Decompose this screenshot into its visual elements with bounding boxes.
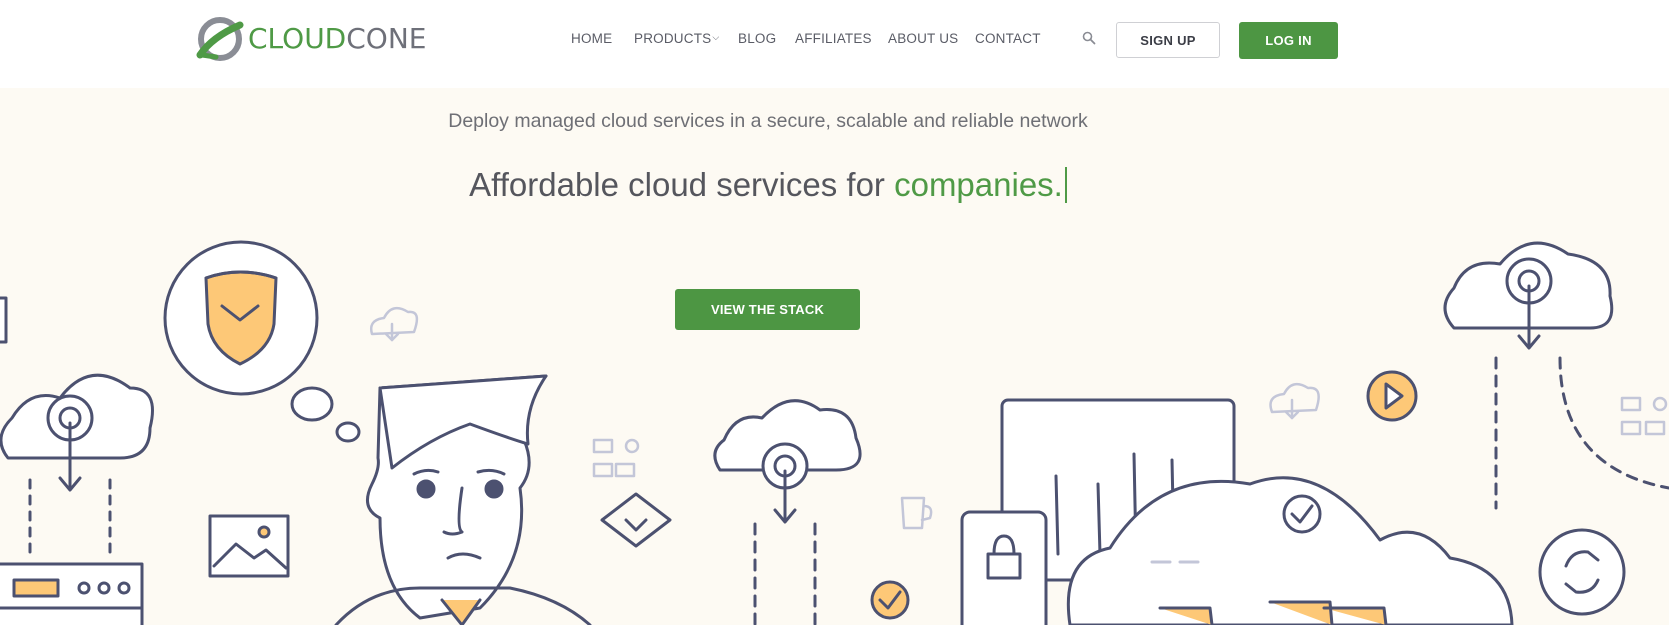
chevron-down-icon: ⌵ xyxy=(712,32,720,42)
headline-text: Affordable cloud services for xyxy=(469,166,895,203)
server-rack xyxy=(0,562,144,625)
cloud-download-icon xyxy=(370,306,419,342)
nav-affiliates[interactable]: AFFILIATES xyxy=(795,31,872,46)
phone-lock xyxy=(960,510,1048,625)
flowchart-icon xyxy=(592,438,640,478)
logo-text: CLOUDCONE xyxy=(248,21,427,55)
flag-icon xyxy=(0,296,8,344)
diamond-icon xyxy=(600,492,672,548)
shield-thought-bubble xyxy=(163,240,361,443)
search-icon[interactable] xyxy=(1082,31,1096,45)
sign-up-button[interactable]: SIGN UP xyxy=(1116,22,1220,58)
headline-accent: companies. xyxy=(894,166,1063,203)
site-header: CLOUDCONE HOME PRODUCTS⌵ BLOG AFFILIATES… xyxy=(0,0,1669,88)
image-card xyxy=(208,514,290,578)
coffee-icon xyxy=(900,496,933,530)
hero-tagline: Deploy managed cloud services in a secur… xyxy=(448,110,1088,132)
businessman-figure xyxy=(334,374,592,625)
flowchart-icon xyxy=(1620,396,1668,436)
hero-headline: Affordable cloud services for companies. xyxy=(0,166,1536,204)
nav-blog[interactable]: BLOG xyxy=(738,31,776,46)
typing-cursor xyxy=(1064,167,1067,203)
nav-home[interactable]: HOME xyxy=(571,31,612,46)
cloud-icon xyxy=(0,373,154,560)
play-button-icon xyxy=(1366,370,1418,422)
cloud-download-icon xyxy=(1269,382,1320,420)
refresh-icon xyxy=(1538,528,1626,616)
nav-products-label: PRODUCTS xyxy=(634,31,712,46)
nav-about-us[interactable]: ABOUT US xyxy=(888,31,958,46)
nav-products[interactable]: PRODUCTS⌵ xyxy=(634,31,719,46)
nav-contact[interactable]: CONTACT xyxy=(975,31,1041,46)
cloud-icon xyxy=(1443,241,1669,510)
logo-icon xyxy=(196,17,244,61)
cloudcone-logo[interactable]: CLOUDCONE xyxy=(196,14,426,62)
log-in-button[interactable]: LOG IN xyxy=(1239,22,1338,59)
check-badge-icon xyxy=(870,580,910,620)
cloud-icon xyxy=(713,399,862,625)
view-the-stack-button[interactable]: VIEW THE STACK xyxy=(675,289,860,330)
